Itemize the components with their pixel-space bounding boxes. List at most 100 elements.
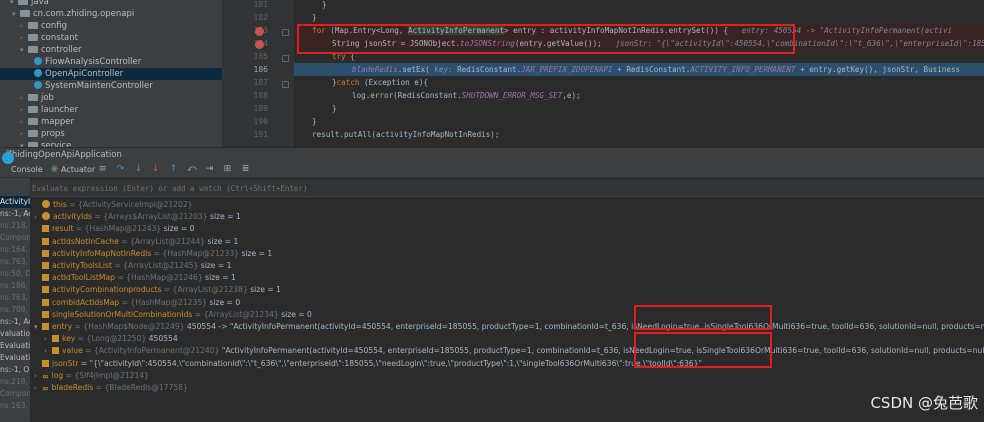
tree-item[interactable]: OpenApiController (0, 68, 222, 80)
tab-actuator[interactable]: Actuator (61, 161, 95, 178)
frame-item[interactable]: ns:218, Ma (0, 220, 30, 232)
chevron-right-icon[interactable]: › (20, 116, 28, 128)
variable-row[interactable]: result = {HashMap@21243} size = 0 (34, 223, 194, 235)
variable-row[interactable]: actIdToolListMap = {HashMap@21246} size … (34, 272, 236, 284)
chevron-right-icon[interactable]: › (20, 104, 28, 116)
variable-row[interactable]: › activityIds = {Arrays$ArrayList@21203} … (34, 211, 241, 223)
fold-icon[interactable] (282, 81, 289, 88)
chevron-right-icon[interactable]: › (34, 211, 42, 223)
frame-item[interactable]: ns:163, Re (0, 400, 30, 412)
chevron-right-icon[interactable]: › (20, 32, 28, 44)
tree-item[interactable]: › job (0, 92, 54, 104)
frame-item[interactable]: ns:164, Re (0, 244, 30, 256)
chevron-right-icon[interactable]: › (20, 92, 28, 104)
tree-item[interactable]: FlowAnalysisController (0, 56, 141, 68)
breakpoint-icon[interactable] (255, 40, 264, 49)
code-token: (Exception e){ (359, 78, 429, 87)
tree-item[interactable]: › props (0, 128, 65, 140)
frame-item[interactable]: ns:186, R (0, 280, 30, 292)
chevron-down-icon[interactable]: ▾ (20, 140, 28, 147)
variable-type: = {Slf4jImpl@21214} (63, 370, 149, 380)
folder-icon (28, 106, 38, 113)
chevron-right-icon[interactable]: › (20, 128, 28, 140)
breakpoint-icon[interactable] (255, 27, 264, 36)
chevron-right-icon[interactable]: › (34, 382, 42, 394)
frame-item[interactable]: Componen (0, 232, 30, 244)
evaluate-icon[interactable]: ⊞ (223, 165, 232, 174)
frame-item[interactable]: ns:-1, Oper (0, 364, 30, 376)
frame-item[interactable]: ActivityInfo (0, 196, 30, 208)
variable-row[interactable]: › ∞ bladeRedis = {BladeRedis@17758} (34, 382, 188, 394)
step-into-icon[interactable]: ↓ (134, 165, 143, 174)
menu-icon[interactable]: ≡ (98, 165, 107, 174)
code-line[interactable]: } (294, 11, 984, 24)
variable-row[interactable]: activityToolsList = {ArrayList@21245} si… (34, 260, 231, 272)
code-token: catch (336, 78, 360, 87)
code-line[interactable]: }catch (Exception e){ (294, 76, 984, 89)
frame-item[interactable]: ns:708, C (0, 304, 30, 316)
variables-panel[interactable]: this = {ActivityServiceImpl@21202} › acti… (30, 178, 984, 422)
frame-item[interactable]: ns:50, Dyn (0, 268, 30, 280)
tree-item[interactable]: › constant (0, 32, 78, 44)
variable-row[interactable]: › key = {Long@21250} 450554 (44, 333, 178, 345)
frame-item[interactable]: Evaluation (0, 340, 30, 352)
tree-item[interactable]: › launcher (0, 104, 78, 116)
frames-panel[interactable]: ActivityInfons:-1, Activns:218, MaCompon… (0, 178, 30, 422)
step-out-icon[interactable]: ↑ (169, 165, 178, 174)
tree-item[interactable]: ▾ java (0, 0, 49, 8)
fold-icon[interactable] (282, 55, 289, 62)
tree-item[interactable]: SystemMaintenController (0, 80, 153, 92)
variable-row[interactable]: ▾ entry = {HashMap$Node@21249} 450554 -> … (34, 321, 984, 333)
variable-row[interactable]: activityInfoMapNotInRedis = {HashMap@212… (34, 248, 272, 260)
evaluate-expression-input[interactable] (32, 182, 972, 195)
run-to-cursor-icon[interactable]: ⇥ (205, 165, 214, 174)
frame-item[interactable]: ns:-1, Acti (0, 316, 30, 328)
variable-row[interactable]: this = {ActivityServiceImpl@21202} (34, 199, 193, 211)
drop-frame-icon[interactable]: ⤺ (187, 165, 197, 174)
variable-row[interactable]: › value = {ActivityInfoPermanent@21240} "… (44, 345, 984, 357)
frame-item[interactable]: ns:-1, Activ (0, 208, 30, 220)
editor-gutter[interactable]: 181182183184185186187188189190191 (222, 0, 294, 147)
variable-row[interactable]: singleSolutionOrMultiCombinationIds = {A… (34, 309, 312, 321)
variable-row[interactable]: combidActIdsMap = {HashMap@21235} size =… (34, 297, 240, 309)
line-number: 191 (253, 130, 268, 139)
project-tree[interactable]: ▾ java ▾ cn.com.zhiding.openapi › config › cons… (0, 0, 222, 147)
chevron-right-icon[interactable]: › (34, 370, 42, 382)
chevron-down-icon[interactable]: ▾ (20, 44, 28, 56)
frame-item[interactable]: Componen (0, 388, 30, 400)
code-line[interactable]: } (294, 102, 984, 115)
code-line[interactable]: result.putAll(activityInfoMapNotInRedis)… (294, 128, 984, 141)
tab-console[interactable]: Console (11, 161, 43, 178)
frame-item[interactable]: valuationC (0, 328, 30, 340)
variable-row[interactable]: activityCombinationproducts = {ArrayList… (34, 284, 281, 296)
chevron-down-icon[interactable]: ▾ (34, 321, 42, 333)
chevron-right-icon[interactable]: › (20, 20, 28, 32)
fold-icon[interactable] (282, 29, 289, 36)
chevron-down-icon[interactable]: ▾ (12, 8, 20, 20)
tree-item[interactable]: › config (0, 20, 67, 32)
variable-row[interactable]: › ∞ log = {Slf4jImpl@21214} (34, 370, 149, 382)
code-line[interactable]: bladeRedis.setEx( key: RedisConstant.JAR… (294, 63, 984, 76)
variable-row[interactable]: jsonStr = "{\"activityId\":450554,\"comb… (34, 358, 702, 370)
debug-session-title[interactable]: ZhidingOpenApiApplication (6, 149, 122, 161)
tree-item[interactable]: ▾ service (0, 140, 71, 147)
variable-name: result (52, 224, 74, 234)
frame-item[interactable]: ns:218, Me (0, 376, 30, 388)
step-over-icon[interactable]: ↷ (116, 165, 125, 174)
frame-item[interactable]: Evaluation (0, 352, 30, 364)
force-step-into-icon[interactable]: ↓ (151, 165, 160, 174)
chevron-down-icon[interactable]: ▾ (10, 0, 18, 8)
tree-item[interactable]: ▾ controller (0, 44, 82, 56)
trace-icon[interactable]: ≣ (241, 165, 250, 174)
evaluate-expression-bar[interactable] (30, 180, 984, 197)
tree-item[interactable]: ▾ cn.com.zhiding.openapi (0, 8, 134, 20)
tree-item[interactable]: › mapper (0, 116, 74, 128)
frame-item[interactable]: ns:763, C (0, 256, 30, 268)
variable-row[interactable]: actIdsNotInCache = {ArrayList@21244} siz… (34, 236, 238, 248)
code-editor[interactable]: }} for (Map.Entry<Long, ActivityInfoPerma… (294, 0, 984, 147)
code-line[interactable]: log.error(RedisConstant.SHUTDOWN_ERROR_M… (294, 89, 984, 102)
code-line[interactable]: } (294, 115, 984, 128)
code-line[interactable]: } (294, 0, 984, 11)
frame-item[interactable]: ns:763, C (0, 292, 30, 304)
debug-session-bar[interactable]: ZhidingOpenApiApplication (0, 147, 984, 161)
